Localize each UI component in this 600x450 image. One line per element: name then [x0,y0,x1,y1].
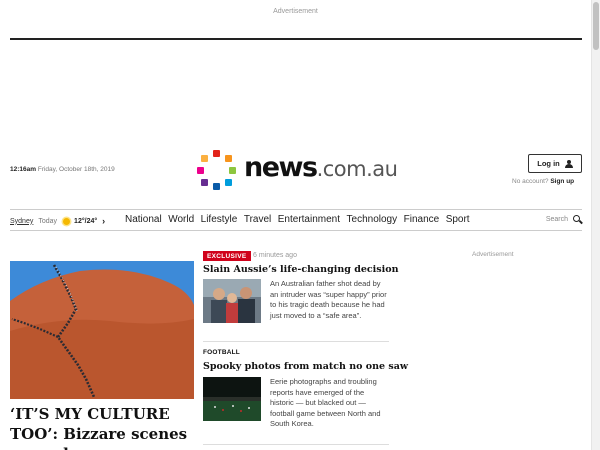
section-links: National World Lifestyle Travel Entertai… [125,214,476,225]
logo-wordmark: news.com.au [244,152,398,183]
story-thumbnail[interactable] [203,377,261,421]
no-account-prompt: No account? Sign up [512,178,574,185]
search-icon[interactable] [573,215,582,224]
current-time: 12:16am [10,166,37,173]
story-divider [203,444,389,445]
story-time: 6 minutes ago [253,252,297,259]
search-control[interactable]: Search [546,215,582,224]
nav-item-technology[interactable]: Technology [347,214,398,225]
story-summary: An Australian father shot dead by an int… [270,279,387,320]
chevron-right-icon[interactable]: › [102,216,105,226]
logo-dot [197,167,204,174]
user-icon [564,159,573,168]
hero-image[interactable] [10,261,194,399]
logo-main: news [244,152,318,183]
nav-item-finance[interactable]: Finance [404,214,440,225]
page-scrollbar[interactable] [591,0,600,450]
side-ad-label: Advertisement [472,251,514,258]
top-divider [10,38,582,40]
current-date: Friday, October 18th, 2019 [37,166,115,173]
dateline: 12:16am Friday, October 18th, 2019 [10,166,115,173]
nav-item-world[interactable]: World [168,214,194,225]
family-photo [203,279,261,323]
nav-item-sport[interactable]: Sport [446,214,470,225]
category-label[interactable]: FOOTBALL [203,349,240,356]
signup-link[interactable]: Sign up [550,178,574,185]
search-label: Search [545,216,568,223]
story-summary: Eerie photographs and troubling reports … [270,377,381,428]
logo-suffix: .com.au [316,157,398,181]
weather-widget[interactable]: Sydney Today 12°/24° › [10,216,105,226]
sun-icon [63,217,71,225]
story-divider [203,341,389,342]
logo-dot [225,179,232,186]
nav-item-entertainment[interactable]: Entertainment [278,214,340,225]
nav-item-national[interactable]: National [125,214,162,225]
login-button[interactable]: Log in [528,154,582,173]
top-ad-label: Advertisement [273,8,318,15]
site-logo[interactable]: news.com.au [196,150,398,190]
hero-headline[interactable]: ‘IT’S MY CULTURE TOO’: Bizzare scenes on… [10,404,200,450]
exclusive-tag: EXCLUSIVE [203,251,251,261]
nav-item-travel[interactable]: Travel [244,214,271,225]
story-thumbnail[interactable] [203,279,261,323]
main-navigation: Sydney Today 12°/24° › National World Li… [10,209,582,231]
no-account-text: No account? [512,178,549,185]
nav-item-lifestyle[interactable]: Lifestyle [201,214,238,225]
story-headline[interactable]: Slain Aussie’s life-changing decision [203,264,398,275]
scrollbar-thumb[interactable] [593,2,599,50]
stadium-photo [203,377,261,421]
logo-dot [213,183,220,190]
logo-dot [225,155,232,162]
logo-dot [213,150,220,157]
story-headline[interactable]: Spooky photos from match no one saw [203,361,408,372]
logo-dot [229,167,236,174]
login-label: Log in [537,159,560,168]
logo-dot [201,155,208,162]
logo-dot [201,179,208,186]
weather-day: Today [38,217,58,225]
uluru-climb-photo [10,261,194,399]
weather-city[interactable]: Sydney [10,218,33,225]
weather-temps: 12°/24° [74,217,98,225]
